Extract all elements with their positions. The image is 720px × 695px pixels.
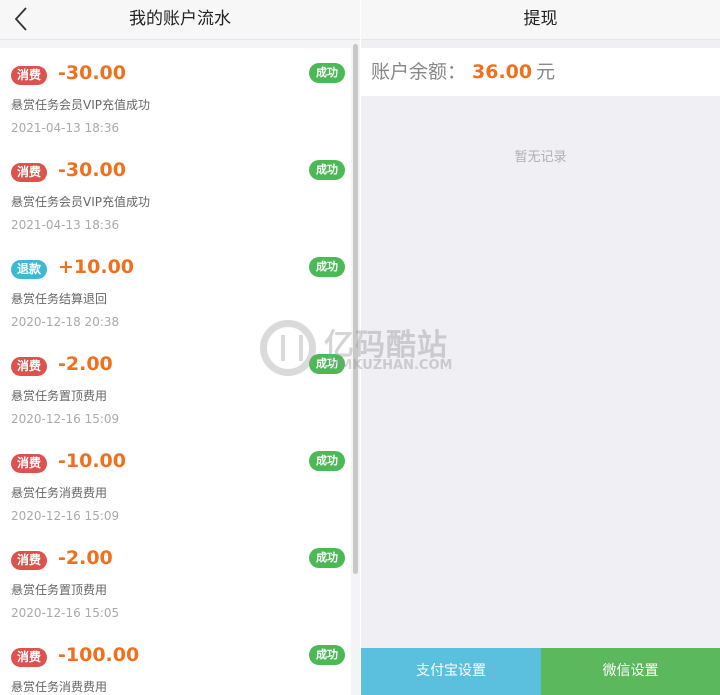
description: 悬赏任务会员VIP充值成功 — [11, 98, 150, 112]
status-badge: 成功 — [309, 160, 345, 180]
balance-bar: 账户余额： 36.00 元 — [361, 48, 720, 96]
table-row[interactable]: 退款 +10.00 成功 悬赏任务结算退回 2020-12-18 20:38 — [0, 242, 351, 339]
type-badge: 消费 — [11, 357, 48, 376]
table-row[interactable]: 消费 -30.00 成功 悬赏任务会员VIP充值成功 2021-04-13 18… — [0, 145, 351, 242]
amount: -100.00 — [58, 644, 140, 666]
withdraw-screen: 提现 账户余额： 36.00 元 暂无记录 支付宝设置 微信设置 — [361, 0, 720, 695]
page-title: 我的账户流水 — [129, 9, 231, 29]
type-badge: 消费 — [11, 163, 48, 182]
timestamp: 2020-12-16 15:05 — [11, 606, 120, 620]
table-row[interactable]: 消费 -2.00 成功 悬赏任务置顶费用 2020-12-16 15:05 — [0, 533, 351, 630]
type-badge: 消费 — [11, 454, 48, 473]
description: 悬赏任务置顶费用 — [11, 389, 108, 403]
table-row[interactable]: 消费 -100.00 成功 悬赏任务消费费用 — [0, 630, 351, 695]
timestamp: 2020-12-16 15:09 — [11, 412, 120, 426]
description: 悬赏任务结算退回 — [11, 292, 108, 306]
status-badge: 成功 — [309, 548, 345, 568]
type-badge: 消费 — [11, 551, 48, 570]
description: 悬赏任务会员VIP充值成功 — [11, 195, 150, 209]
description: 悬赏任务消费费用 — [11, 486, 108, 500]
table-row[interactable]: 消费 -2.00 成功 悬赏任务置顶费用 2020-12-16 15:09 — [0, 339, 351, 436]
status-badge: 成功 — [309, 645, 345, 665]
table-row[interactable]: 消费 -30.00 成功 悬赏任务会员VIP充值成功 2021-04-13 18… — [0, 48, 351, 145]
description: 悬赏任务消费费用 — [11, 680, 108, 694]
alipay-settings-button[interactable]: 支付宝设置 — [361, 648, 541, 695]
page-title: 提现 — [523, 9, 558, 29]
timestamp: 2020-12-18 20:38 — [11, 315, 120, 329]
type-badge: 消费 — [11, 648, 48, 667]
top-navbar: 提现 — [361, 0, 720, 40]
amount: -2.00 — [58, 353, 113, 375]
status-badge: 成功 — [309, 257, 345, 277]
amount: -10.00 — [58, 450, 126, 472]
status-badge: 成功 — [309, 63, 345, 83]
top-navbar: 我的账户流水 — [0, 0, 360, 40]
description: 悬赏任务置顶费用 — [11, 583, 108, 597]
scrollbar[interactable] — [353, 44, 358, 574]
empty-state: 暂无记录 — [514, 150, 567, 165]
transaction-list[interactable]: 消费 -30.00 成功 悬赏任务会员VIP充值成功 2021-04-13 18… — [0, 48, 351, 695]
timestamp: 2021-04-13 18:36 — [11, 218, 120, 232]
timestamp: 2021-04-13 18:36 — [11, 121, 120, 135]
balance-unit: 元 — [536, 61, 556, 83]
amount: +10.00 — [58, 256, 135, 278]
status-badge: 成功 — [309, 354, 345, 374]
timestamp: 2020-12-16 15:09 — [11, 509, 120, 523]
type-badge: 退款 — [11, 260, 48, 279]
amount: -2.00 — [58, 547, 113, 569]
balance-label: 账户余额： — [371, 61, 467, 83]
amount: -30.00 — [58, 62, 126, 84]
table-row[interactable]: 消费 -10.00 成功 悬赏任务消费费用 2020-12-16 15:09 — [0, 436, 351, 533]
balance-value: 36.00 — [472, 61, 533, 83]
wechat-settings-button[interactable]: 微信设置 — [541, 648, 720, 695]
account-flow-screen: 我的账户流水 消费 -30.00 成功 悬赏任务会员VIP充值成功 2021-0… — [0, 0, 360, 695]
amount: -30.00 — [58, 159, 126, 181]
type-badge: 消费 — [11, 66, 48, 85]
status-badge: 成功 — [309, 451, 345, 471]
